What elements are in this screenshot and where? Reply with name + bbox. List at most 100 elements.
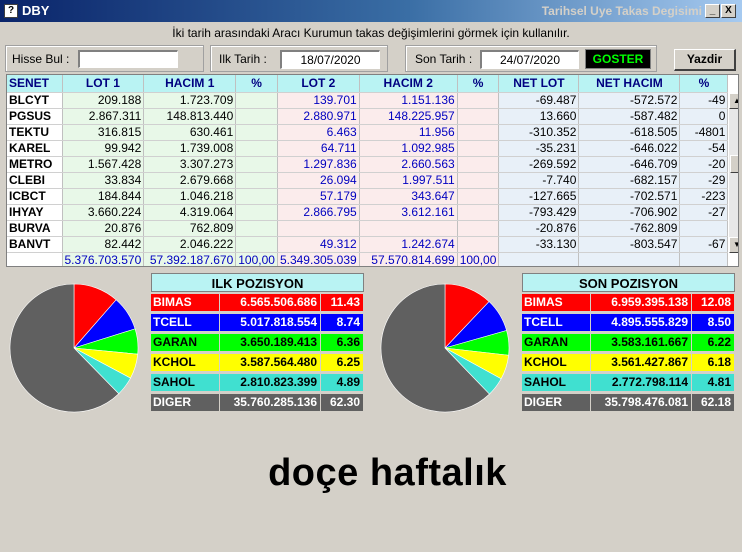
table-row[interactable]: BURVA 20.876 762.809 -20.876 -762.809	[7, 220, 729, 237]
ilk-tarih-label: Ilk Tarih :	[219, 52, 267, 66]
table-cell: -127.665	[498, 188, 580, 205]
grid-vertical-scrollbar[interactable]: ▲ ▼	[729, 93, 738, 253]
scroll-down-icon[interactable]: ▼	[729, 237, 738, 253]
hisse-label: Hisse Bul :	[12, 52, 70, 66]
column-header[interactable]: %	[457, 75, 500, 93]
son-tarih-field[interactable]: 24/07/2020	[480, 50, 579, 69]
close-button[interactable]: X	[721, 4, 736, 18]
column-header[interactable]: %	[235, 75, 278, 93]
hisse-search-input[interactable]	[78, 50, 178, 68]
table-cell: 148.225.957	[359, 108, 458, 125]
table-row[interactable]: BANVT 82.442 2.046.222 49.312 1.242.674 -33.1…	[7, 236, 729, 253]
yazdir-button[interactable]: Yazdir	[674, 49, 736, 71]
window-title: Tarihsel Uye Takas Degisimi	[541, 4, 702, 18]
table-cell: 6.463	[277, 124, 360, 141]
table-cell: 0	[679, 108, 729, 125]
table-cell	[235, 92, 278, 109]
table-row[interactable]: METRO 1.567.428 3.307.273 1.297.836 2.660.56…	[7, 156, 729, 173]
ilk-pozisyon-pie-chart	[9, 283, 139, 413]
column-header[interactable]: SENET	[7, 75, 63, 93]
table-cell: 11.956	[359, 124, 458, 141]
column-header[interactable]: LOT 2	[277, 75, 360, 93]
table-cell	[235, 124, 278, 141]
table-cell: 26.094	[277, 172, 360, 189]
table-cell: -20	[679, 156, 729, 173]
table-row[interactable]: BLCYT 209.188 1.723.709 139.701 1.151.136 -69…	[7, 92, 729, 109]
position-percent: 4.81	[692, 374, 734, 391]
table-cell	[359, 220, 458, 237]
column-header[interactable]: HACIM 1	[143, 75, 237, 93]
title-bar: ? DBY Tarihsel Uye Takas Degisimi _ X	[0, 0, 742, 22]
column-header[interactable]: HACIM 2	[359, 75, 458, 93]
ilk-pozisyon-panel: ILK POZISYON BIMAS 6.565.506.686 11.43 TCEL…	[151, 273, 364, 414]
total-cell: 100,00	[235, 252, 278, 266]
system-menu-icon[interactable]: ?	[4, 4, 18, 18]
table-cell: 49.312	[277, 236, 360, 253]
son-pozisyon-panel: SON POZISYON BIMAS 6.959.395.138 12.08 TCEL…	[522, 273, 735, 414]
totals-row: 5.376.703.570 57.392.187.670 100,00 5.349.3…	[7, 252, 729, 266]
table-cell: 3.612.161	[359, 204, 458, 221]
total-cell: 5.376.703.570	[62, 252, 145, 266]
goster-button[interactable]: GOSTER	[585, 49, 651, 69]
table-cell: BLCYT	[7, 92, 63, 109]
position-percent: 6.22	[692, 334, 734, 351]
position-percent: 6.36	[321, 334, 363, 351]
table-header-row: SENET LOT 1 HACIM 1% LOT 2 HACIM 2% NET LOT NE…	[7, 75, 729, 93]
column-header[interactable]: NET LOT	[498, 75, 580, 93]
table-cell: -7.740	[498, 172, 580, 189]
minimize-button[interactable]: _	[705, 4, 720, 18]
table-cell: 1.567.428	[62, 156, 145, 173]
position-percent: 4.89	[321, 374, 363, 391]
table-cell: -803.547	[578, 236, 681, 253]
scroll-thumb[interactable]	[730, 155, 738, 173]
table-cell: -587.482	[578, 108, 681, 125]
table-row[interactable]: KAREL 99.942 1.739.008 64.711 1.092.985 -35.2…	[7, 140, 729, 157]
table-cell: 1.723.709	[143, 92, 237, 109]
table-cell: 2.880.971	[277, 108, 360, 125]
table-cell: -27	[679, 204, 729, 221]
table-cell: 1.297.836	[277, 156, 360, 173]
table-cell: BURVA	[7, 220, 63, 237]
table-cell: -706.902	[578, 204, 681, 221]
table-cell: 1.739.008	[143, 140, 237, 157]
table-row[interactable]: IHYAY 3.660.224 4.319.064 2.866.795 3.612.16…	[7, 204, 729, 221]
column-header[interactable]: %	[679, 75, 729, 93]
table-cell	[235, 188, 278, 205]
table-cell	[457, 172, 500, 189]
table-cell: 1.997.511	[359, 172, 458, 189]
table-cell: 316.815	[62, 124, 145, 141]
table-row[interactable]: CLEBI 33.834 2.679.668 26.094 1.997.511 -7.74…	[7, 172, 729, 189]
table-cell: 1.092.985	[359, 140, 458, 157]
table-cell	[235, 220, 278, 237]
position-percent: 8.74	[321, 314, 363, 331]
position-name: SAHOL	[522, 374, 590, 391]
table-cell: 3.307.273	[143, 156, 237, 173]
position-percent: 11.43	[321, 294, 363, 311]
table-cell	[235, 140, 278, 157]
table-cell: -223	[679, 188, 729, 205]
table-cell	[235, 172, 278, 189]
takas-grid[interactable]: SENET LOT 1 HACIM 1% LOT 2 HACIM 2% NET LOT NE…	[6, 74, 739, 267]
table-row[interactable]: TEKTU 316.815 630.461 6.463 11.956 -310.352 -6…	[7, 124, 729, 141]
ilk-tarih-field[interactable]: 18/07/2020	[280, 50, 380, 69]
table-cell: 2.679.668	[143, 172, 237, 189]
table-cell: -682.157	[578, 172, 681, 189]
position-name: BIMAS	[522, 294, 590, 311]
table-cell: PGSUS	[7, 108, 63, 125]
column-header[interactable]: NET HACIM	[578, 75, 681, 93]
app-name: DBY	[22, 3, 50, 18]
table-row[interactable]: PGSUS 2.867.311 148.813.440 2.880.971 148.22…	[7, 108, 729, 125]
scroll-up-icon[interactable]: ▲	[729, 93, 738, 109]
table-cell: 99.942	[62, 140, 145, 157]
table-cell: KAREL	[7, 140, 63, 157]
table-row[interactable]: ICBCT 184.844 1.046.218 57.179 343.647 -127.6…	[7, 188, 729, 205]
table-cell: -618.505	[578, 124, 681, 141]
table-cell: 2.867.311	[62, 108, 145, 125]
total-cell: 57.392.187.670	[143, 252, 237, 266]
total-cell: 5.349.305.039	[277, 252, 360, 266]
column-header[interactable]: LOT 1	[62, 75, 145, 93]
table-cell	[457, 188, 500, 205]
son-pozisyon-title: SON POZISYON	[522, 273, 735, 292]
table-cell: -762.809	[578, 220, 681, 237]
instruction-text: İki tarih arasındaki Aracı Kurumun takas…	[172, 26, 570, 40]
